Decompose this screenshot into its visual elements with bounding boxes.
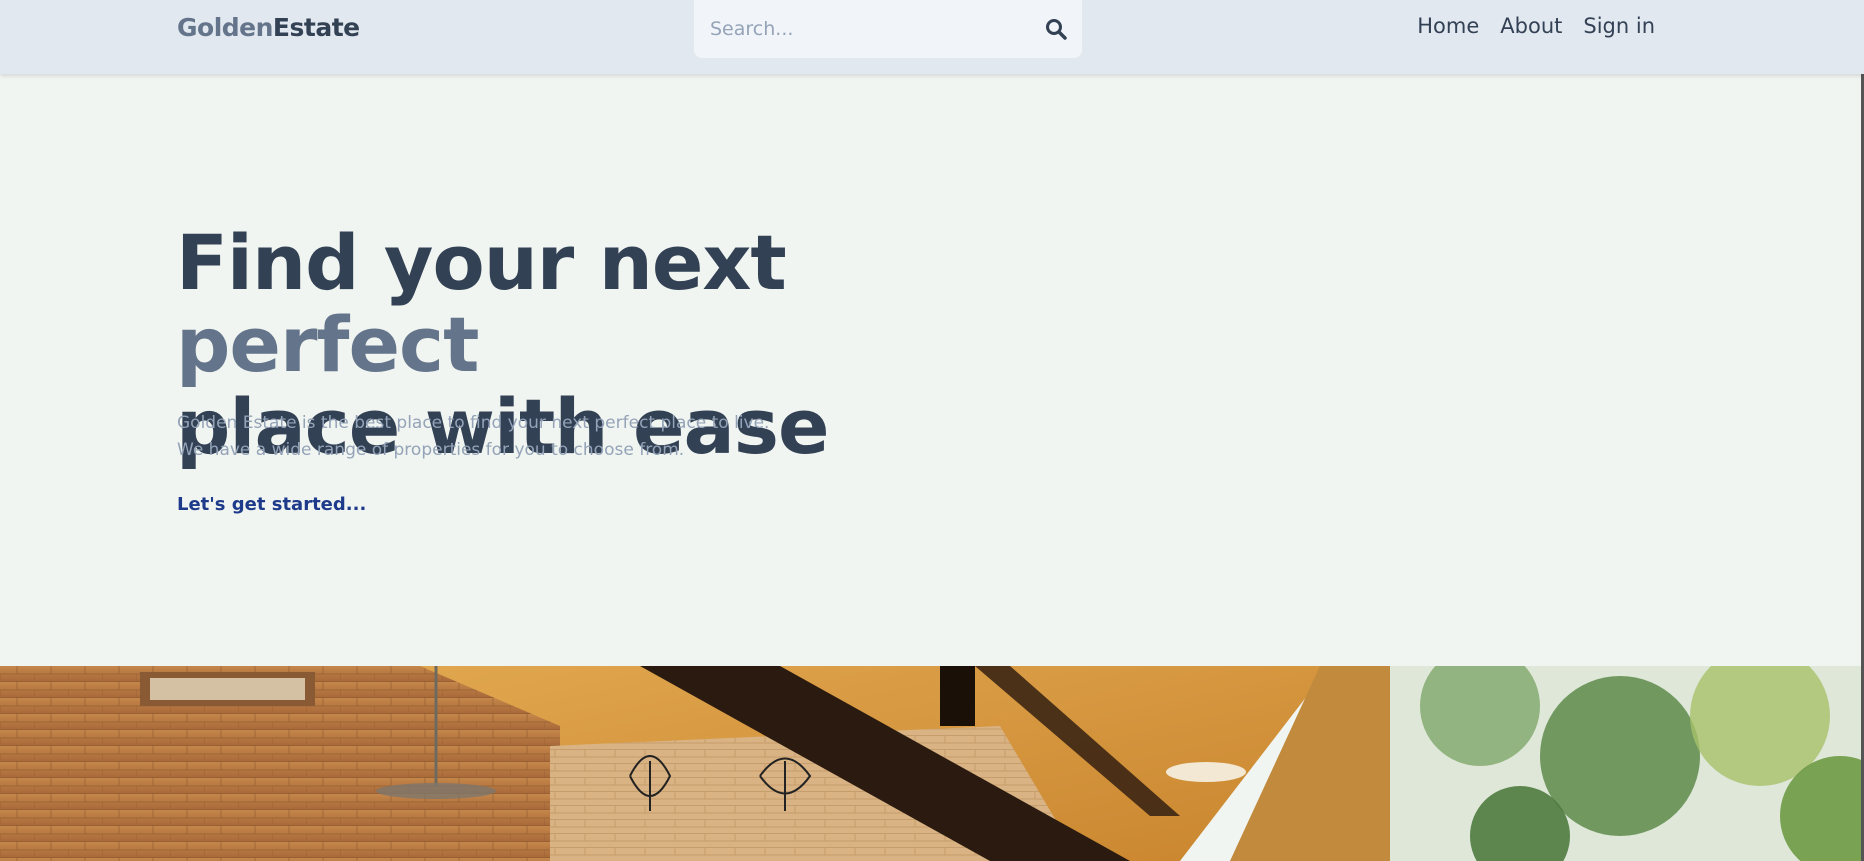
hero-subtitle-line2: We have a wide range of properties for y… bbox=[177, 440, 685, 460]
top-navbar: GoldenEstate Home About Sign in bbox=[0, 0, 1864, 74]
nav-about-link[interactable]: About bbox=[1500, 14, 1562, 38]
get-started-link[interactable]: Let's get started... bbox=[177, 494, 366, 515]
hero-title-accent: perfect bbox=[176, 300, 479, 389]
main-nav: Home About Sign in bbox=[1417, 14, 1655, 38]
nav-signin-link[interactable]: Sign in bbox=[1583, 14, 1655, 38]
logo-part-estate: Estate bbox=[272, 13, 360, 42]
hero-subtitle-line1: Golden Estate is the best place to find … bbox=[177, 413, 770, 433]
search-icon[interactable] bbox=[1044, 17, 1068, 41]
hero-title-part1: Find your next bbox=[176, 218, 787, 307]
search-input[interactable] bbox=[710, 14, 1020, 44]
logo[interactable]: GoldenEstate bbox=[177, 13, 360, 42]
house-interior-image bbox=[0, 666, 1864, 861]
logo-part-golden: Golden bbox=[177, 13, 273, 42]
hero-photo bbox=[0, 666, 1864, 861]
hero-subtitle: Golden Estate is the best place to find … bbox=[177, 410, 769, 464]
search-box bbox=[694, 0, 1082, 58]
nav-home-link[interactable]: Home bbox=[1417, 14, 1479, 38]
